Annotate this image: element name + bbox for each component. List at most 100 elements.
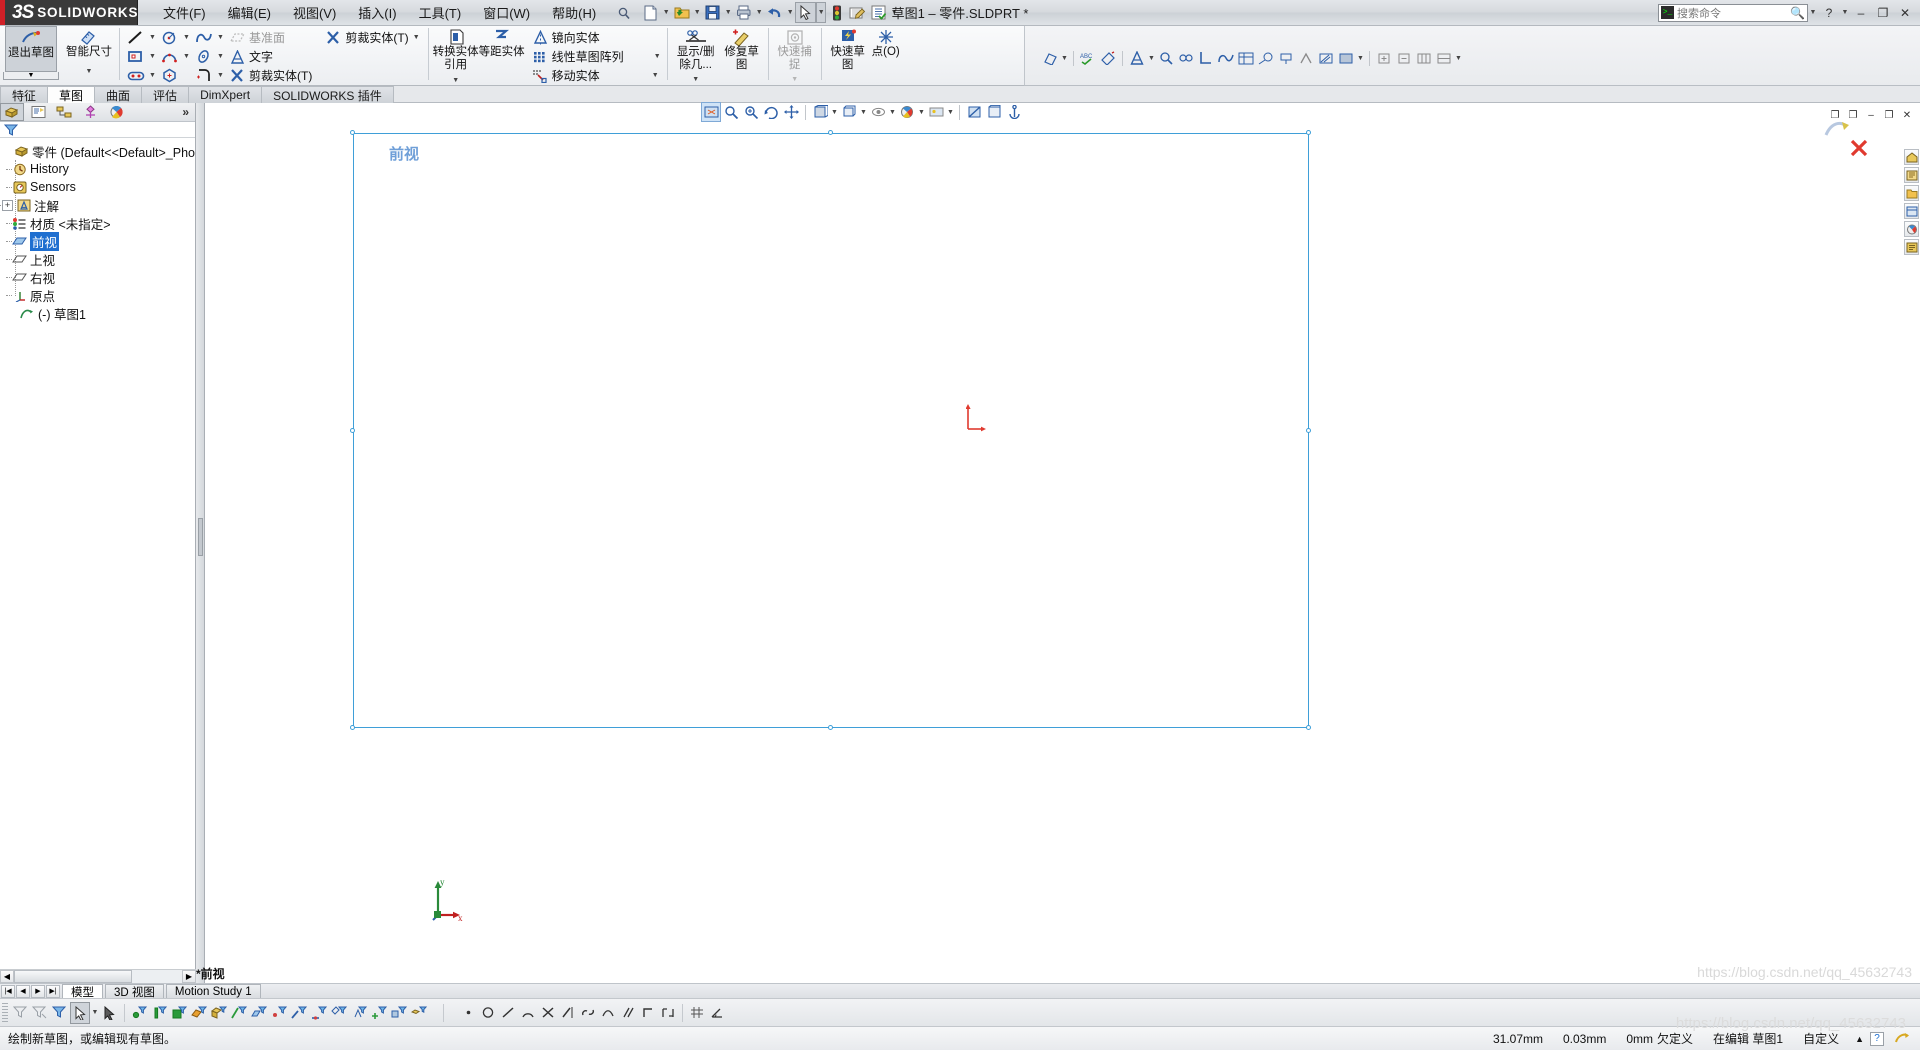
slot-dropdown-icon[interactable]: ▼ bbox=[147, 72, 158, 79]
viewport-button[interactable] bbox=[984, 102, 1004, 122]
restore-button[interactable]: ❐ bbox=[1872, 3, 1894, 23]
select-dropdown-icon[interactable]: ▼ bbox=[816, 2, 827, 23]
anchor-button[interactable] bbox=[1004, 102, 1024, 122]
menu-tools[interactable]: 工具(T) bbox=[408, 0, 473, 25]
filter-solid-bodies-icon[interactable] bbox=[209, 1002, 229, 1024]
sketch-point-tl[interactable] bbox=[350, 130, 355, 135]
note-dropdown-icon[interactable]: ▼ bbox=[1147, 48, 1156, 68]
maximize-viewport-icon[interactable]: ❐ bbox=[1880, 107, 1898, 123]
help-dropdown-icon[interactable]: ▼ bbox=[1840, 2, 1850, 23]
view-orient-dropdown-icon[interactable]: ▼ bbox=[1060, 48, 1069, 68]
filter-none-icon[interactable] bbox=[10, 1002, 30, 1024]
filter-midpoints-icon[interactable] bbox=[309, 1002, 329, 1024]
sketch-line-tool[interactable] bbox=[498, 1002, 518, 1024]
last-icon[interactable]: ▶| bbox=[46, 984, 60, 998]
tree-item-sensors[interactable]: Sensors bbox=[6, 178, 195, 196]
filter-blocks-icon[interactable] bbox=[389, 1002, 409, 1024]
exit-sketch-dropdown-icon[interactable]: ▼ bbox=[3, 72, 59, 80]
trim-entities-button[interactable]: 剪裁实体(T) bbox=[322, 29, 410, 47]
menu-window[interactable]: 窗口(W) bbox=[472, 0, 541, 25]
rectangle-dropdown-icon[interactable]: ▼ bbox=[147, 53, 158, 60]
next-icon[interactable]: ▶ bbox=[31, 984, 45, 998]
tree-item-top-plane[interactable]: 上视 bbox=[6, 250, 195, 268]
tab-solidworks-addins[interactable]: SOLIDWORKS 插件 bbox=[261, 86, 394, 103]
sketch-rectangle[interactable] bbox=[353, 133, 1309, 728]
sketch-arc-tool[interactable] bbox=[518, 1002, 538, 1024]
convert-entities-button[interactable]: 转换实体引用 ▼ bbox=[433, 26, 479, 87]
magnifier-icon[interactable]: 🔍 bbox=[1790, 6, 1805, 20]
undo-icon[interactable] bbox=[764, 2, 785, 23]
tree-expand-annotations-icon[interactable]: + bbox=[2, 199, 13, 211]
feature-tree-filter-bar[interactable] bbox=[0, 122, 195, 138]
tree-item-sketch1[interactable]: (-) 草图1 bbox=[11, 304, 195, 322]
zoom-to-fit-button[interactable] bbox=[701, 102, 721, 122]
design-library-icon[interactable] bbox=[1904, 167, 1919, 183]
mirror-entities-button[interactable]: 镜向实体 bbox=[529, 29, 602, 47]
menu-view[interactable]: 视图(V) bbox=[282, 0, 347, 25]
open-dropdown-icon[interactable]: ▼ bbox=[692, 2, 702, 23]
quick-snaps-dropdown-icon[interactable]: ▼ bbox=[791, 73, 798, 86]
pin-menu-icon[interactable] bbox=[613, 2, 634, 23]
sketch-circle-tool[interactable] bbox=[478, 1002, 498, 1024]
rebuild-icon[interactable] bbox=[826, 2, 847, 23]
trim-entities-tool[interactable]: 剪裁实体(T) bbox=[226, 67, 314, 85]
sketch-point-tool[interactable] bbox=[458, 1002, 478, 1024]
configuration-manager-icon[interactable] bbox=[52, 103, 76, 121]
sketch-corner-tool[interactable] bbox=[638, 1002, 658, 1024]
sketch-point-bm[interactable] bbox=[828, 725, 833, 730]
circle-dropdown-icon[interactable]: ▼ bbox=[181, 34, 192, 41]
menu-insert[interactable]: 插入(I) bbox=[347, 0, 407, 25]
ellipse-dropdown-icon[interactable]: ▼ bbox=[215, 53, 226, 60]
zoom-plus-icon[interactable] bbox=[1374, 48, 1394, 68]
settings-list-icon[interactable] bbox=[868, 2, 889, 23]
display-delete-relations-button[interactable]: 显示/删除几... ▼ bbox=[672, 26, 720, 86]
hide-show-items-button[interactable] bbox=[868, 102, 888, 122]
filter-axes-icon[interactable] bbox=[229, 1002, 249, 1024]
dimxpert-manager-icon[interactable] bbox=[78, 103, 102, 121]
filter-sketch-points-icon[interactable] bbox=[269, 1002, 289, 1024]
fillet-tool[interactable] bbox=[192, 67, 215, 85]
first-icon[interactable]: |◀ bbox=[1, 984, 15, 998]
select-other-button[interactable] bbox=[100, 1002, 120, 1024]
zoom-tool-icon[interactable] bbox=[1156, 48, 1176, 68]
sketch-confirm-corner[interactable] bbox=[1822, 117, 1872, 167]
help-icon[interactable]: ? bbox=[1818, 3, 1840, 23]
tab-features[interactable]: 特征 bbox=[0, 86, 49, 103]
tree-item-front-plane[interactable]: 前视 bbox=[6, 231, 195, 251]
display-delete-relations-dropdown-icon[interactable]: ▼ bbox=[692, 73, 699, 86]
filter-surface-bodies-icon[interactable] bbox=[189, 1002, 209, 1024]
close-viewport-icon[interactable]: ✕ bbox=[1898, 107, 1916, 123]
sketch-point-bl[interactable] bbox=[350, 725, 355, 730]
feature-manager-overflow[interactable]: » bbox=[182, 105, 189, 119]
new-document-dropdown-icon[interactable]: ▼ bbox=[661, 2, 671, 23]
linear-pattern-dropdown-icon[interactable]: ▼ bbox=[652, 53, 663, 60]
save-icon[interactable] bbox=[702, 2, 723, 23]
graphics-area[interactable]: ▼ ▼ ▼ ▼ ▼ ❐ ❐ – ❐ ✕ 前视 y x https://blog.… bbox=[206, 102, 1920, 983]
apply-scene-dropdown-icon[interactable]: ▼ bbox=[946, 102, 955, 122]
save-dropdown-icon[interactable]: ▼ bbox=[723, 2, 733, 23]
print-icon[interactable] bbox=[733, 2, 754, 23]
shade-dropdown-icon[interactable]: ▼ bbox=[1356, 48, 1365, 68]
sketch-point-tm[interactable] bbox=[828, 130, 833, 135]
bottom-tab-motion-study[interactable]: Motion Study 1 bbox=[165, 984, 261, 998]
sketch-extend-tool[interactable] bbox=[558, 1002, 578, 1024]
zoom-minus-icon[interactable] bbox=[1394, 48, 1414, 68]
menu-help[interactable]: 帮助(H) bbox=[541, 0, 607, 25]
prev-icon[interactable]: ◀ bbox=[16, 984, 30, 998]
view-orientation-button[interactable] bbox=[810, 102, 830, 122]
quick-snaps-button[interactable]: 快速捕捉 ▼ bbox=[773, 26, 817, 86]
tab-evaluate[interactable]: 评估 bbox=[141, 86, 190, 103]
options-icon[interactable] bbox=[847, 2, 868, 23]
arc-dropdown-icon[interactable]: ▼ bbox=[181, 53, 192, 60]
perpendicular-icon[interactable] bbox=[1196, 48, 1216, 68]
linear-sketch-pattern-button[interactable]: 线性草图阵列 bbox=[529, 48, 626, 66]
filter-welds-icon[interactable] bbox=[369, 1002, 389, 1024]
menu-edit[interactable]: 编辑(E) bbox=[217, 0, 282, 25]
sketch-point-ml[interactable] bbox=[350, 428, 355, 433]
relations-icon[interactable] bbox=[1176, 48, 1196, 68]
property-manager-icon[interactable] bbox=[26, 103, 50, 121]
slot-tool[interactable] bbox=[124, 67, 147, 85]
settings-dropdown-icon[interactable]: ▼ bbox=[889, 2, 899, 23]
filter-sketch-segments-icon[interactable] bbox=[289, 1002, 309, 1024]
new-document-icon[interactable] bbox=[640, 2, 661, 23]
